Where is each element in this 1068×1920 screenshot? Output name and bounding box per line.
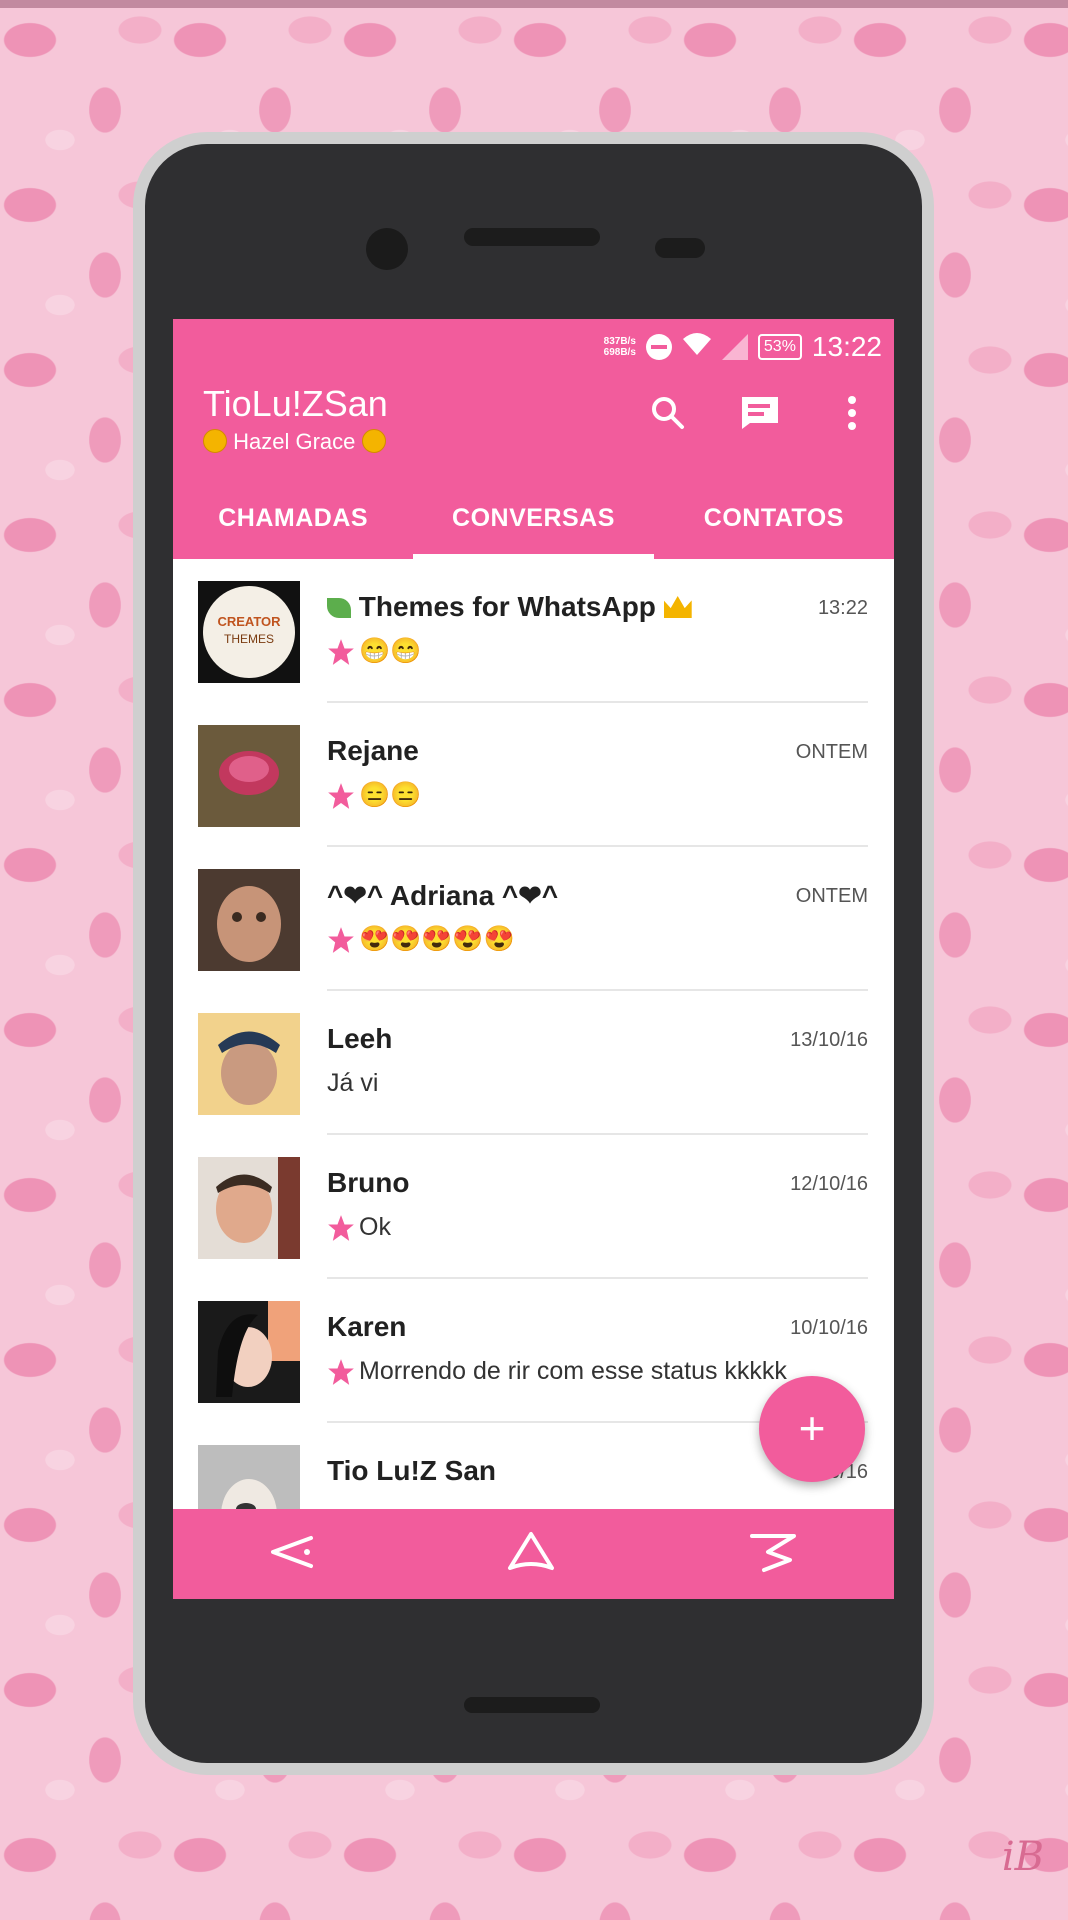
navigation-bar [173, 1509, 894, 1599]
chat-preview: 😁😁 [327, 637, 421, 666]
tab-bar: CHAMADAS CONVERSAS CONTATOS [173, 487, 894, 559]
tab-conversas[interactable]: CONVERSAS [413, 487, 654, 559]
tab-chamadas[interactable]: CHAMADAS [173, 487, 413, 559]
chat-name: Rejane [327, 735, 419, 766]
chat-name: Themes for WhatsApp [327, 591, 692, 623]
chat-preview: Morrendo de rir com esse status kkkkk [327, 1357, 787, 1386]
app-subtitle: Hazel Grace [203, 429, 386, 455]
chat-row[interactable]: Leeh 13/10/16 Já vi [173, 991, 894, 1135]
svg-text:CREATOR: CREATOR [217, 614, 281, 629]
app-title: TioLu!ZSan [203, 383, 388, 424]
avatar: CREATOR THEMES [198, 581, 300, 683]
battery-icon: 53% [757, 334, 802, 360]
chat-time: ONTEM [795, 885, 868, 907]
chat-preview-text: Já vi [327, 1069, 379, 1097]
svg-text:THEMES: THEMES [224, 632, 274, 646]
search-button[interactable] [646, 391, 690, 435]
tab-contatos[interactable]: CONTATOS [654, 487, 894, 559]
heart-eyes-emoji-icon [361, 429, 386, 453]
chat-preview-emoji: 😁😁 [359, 637, 422, 665]
avatar [198, 1301, 300, 1403]
chat-preview-text: Morrendo de rir com esse status kkkkk [359, 1357, 787, 1385]
chat-name: Karen [327, 1311, 407, 1342]
recents-button[interactable] [746, 1530, 800, 1579]
status-bar: 837B/s 698B/s 53% 13:22 [604, 327, 882, 367]
back-icon [270, 1535, 313, 1568]
chat-time: ONTEM [795, 741, 868, 763]
avatar [198, 869, 300, 971]
new-conversation-fab[interactable]: + [759, 1376, 865, 1482]
chat-list: CREATOR THEMES Themes for WhatsApp 13:22 … [173, 559, 894, 1512]
overflow-menu-button[interactable] [830, 391, 874, 435]
chat-name-text: Themes for WhatsApp [358, 591, 656, 622]
app-actions [646, 391, 874, 435]
signal-icon [721, 334, 748, 360]
chat-name: Tio Lu!Z San [327, 1455, 497, 1486]
chat-preview-emoji: 😍😍😍😍😍 [359, 925, 515, 953]
home-button[interactable] [504, 1530, 558, 1579]
chat-preview: 😑😑 [327, 781, 421, 810]
new-chat-button[interactable] [738, 391, 782, 435]
chat-row[interactable]: CREATOR THEMES Themes for WhatsApp 13:22 … [173, 559, 894, 703]
app-bar: 837B/s 698B/s 53% 13:22 TioLu!ZSan Hazel… [173, 319, 894, 559]
chat-row[interactable]: Rejane ONTEM 😑😑 [173, 703, 894, 847]
chat-time: 12/10/16 [790, 1173, 868, 1195]
search-icon [652, 397, 684, 429]
avatar [198, 1013, 300, 1115]
recents-icon [750, 1533, 797, 1572]
do-not-disturb-icon [645, 334, 672, 360]
upload-speed: 837B/s [603, 336, 636, 347]
top-border [0, 0, 1068, 8]
bottom-speaker [464, 1697, 600, 1713]
star-icon [328, 638, 354, 665]
star-icon [328, 1358, 354, 1385]
chat-preview-emoji: 😑😑 [359, 781, 422, 809]
smile-emoji-icon [203, 429, 227, 453]
phone-screen: 837B/s 698B/s 53% 13:22 TioLu!ZSan Hazel… [173, 319, 894, 1599]
more-vertical-icon [848, 396, 856, 430]
home-icon [508, 1531, 555, 1570]
avatar [198, 725, 300, 827]
chat-preview: 😍😍😍😍😍 [327, 925, 515, 954]
front-camera [366, 228, 408, 270]
star-icon [328, 782, 354, 809]
chat-preview-text: Ok [359, 1213, 391, 1241]
chat-preview: Já vi [327, 1069, 378, 1098]
chat-time: 13:22 [817, 597, 868, 619]
star-icon [328, 926, 354, 953]
network-speed: 837B/s 698B/s [604, 336, 636, 358]
chat-time: 10/10/16 [790, 1317, 868, 1339]
status-clock: 13:22 [811, 331, 882, 362]
watermark-signature: iB [1001, 1834, 1044, 1880]
chat-row[interactable]: Bruno 12/10/16 Ok [173, 1135, 894, 1279]
message-icon [742, 397, 778, 429]
chat-time: 13/10/16 [790, 1029, 868, 1051]
crown-emoji-icon [663, 596, 692, 618]
leaf-emoji-icon [327, 598, 351, 618]
download-speed: 698B/s [603, 347, 636, 358]
wifi-icon [682, 331, 712, 364]
proximity-sensor [655, 238, 705, 258]
app-subtitle-text: Hazel Grace [233, 429, 356, 454]
chat-preview: Ok [327, 1213, 391, 1242]
chat-row[interactable]: ^❤^ Adriana ^❤^ ONTEM 😍😍😍😍😍 [173, 847, 894, 991]
star-icon [328, 1214, 354, 1241]
chat-name: ^❤^ Adriana ^❤^ [327, 880, 559, 911]
back-button[interactable] [267, 1532, 317, 1577]
chat-name: Bruno [327, 1167, 410, 1198]
earpiece [464, 228, 600, 246]
avatar [198, 1157, 300, 1259]
chat-name: Leeh [327, 1023, 393, 1054]
avatar [198, 1445, 300, 1512]
